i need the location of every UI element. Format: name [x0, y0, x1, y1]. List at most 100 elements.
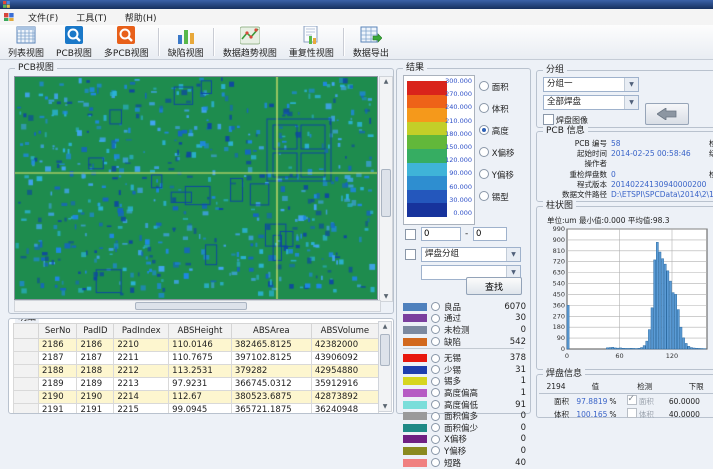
table-cell[interactable]: 2186 [39, 339, 77, 352]
table-cell[interactable]: 380523.6875 [231, 391, 311, 404]
toolbar-button-0[interactable]: 列表视图 [2, 26, 50, 58]
table-cell[interactable]: 2190 [77, 391, 114, 404]
radio-icon[interactable] [431, 325, 440, 334]
scroll-up-icon[interactable]: ▲ [383, 322, 388, 331]
details-col-ABSVolume[interactable]: ABSVolume [311, 324, 378, 339]
row-header[interactable] [14, 365, 39, 378]
toolbar-button-4[interactable]: 数据趋势视图 [217, 26, 283, 58]
pcb-vertical-scrollbar[interactable]: ▲ ▼ [379, 76, 393, 302]
range-filter-checkbox[interactable] [405, 229, 416, 240]
pcb-vscroll-thumb[interactable] [381, 169, 391, 217]
toolbar-button-5[interactable]: 重复性视图 [283, 26, 340, 58]
details-col-ABSArea[interactable]: ABSArea [231, 324, 311, 339]
legend-row-11[interactable]: X偏移0 [403, 434, 526, 446]
radio-icon[interactable] [431, 337, 440, 346]
table-cell[interactable]: 97.9231 [169, 378, 232, 391]
toolbar-button-2[interactable]: 多PCB视图 [98, 26, 155, 58]
radio-icon[interactable] [479, 103, 489, 113]
table-row[interactable]: 21912191221599.0945365721.187536240948 [14, 404, 379, 415]
table-row[interactable]: 218621862210110.0146382465.812542382000 [14, 339, 379, 352]
scroll-down-icon[interactable]: ▼ [383, 402, 388, 411]
table-cell[interactable]: 365721.1875 [231, 404, 311, 415]
radio-icon[interactable] [479, 147, 489, 157]
metric-radio-0[interactable]: 面积 [479, 81, 509, 93]
radio-icon[interactable] [431, 446, 440, 455]
pad-check-group[interactable]: 体积 [627, 410, 654, 419]
legend-row-10[interactable]: 面积偏少0 [403, 422, 526, 434]
scroll-down-icon[interactable]: ▼ [384, 292, 389, 301]
pad-image-checkbox[interactable] [543, 114, 554, 125]
table-cell[interactable]: 110.7675 [169, 352, 232, 365]
details-vertical-scrollbar[interactable]: ▲ ▼ [378, 321, 392, 412]
menu-item-1[interactable]: 工具(T) [68, 10, 115, 25]
metric-radio-4[interactable]: Y偏移 [479, 169, 514, 181]
all-pads-dropdown[interactable]: 全部焊盘 ▼ [543, 95, 639, 110]
table-cell[interactable]: 42382000 [311, 339, 378, 352]
radio-icon[interactable] [431, 377, 440, 386]
legend-row-3[interactable]: 缺陷542 [403, 336, 526, 348]
table-cell[interactable]: 43906092 [311, 352, 378, 365]
group-one-dropdown[interactable]: 分组一 ▼ [543, 77, 639, 92]
table-cell[interactable]: 2214 [114, 391, 169, 404]
table-cell[interactable]: 42873892 [311, 391, 378, 404]
pcb-horizontal-scrollbar[interactable] [14, 300, 381, 312]
metric-radio-3[interactable]: X偏移 [479, 147, 515, 159]
table-cell[interactable]: 2191 [77, 404, 114, 415]
table-row[interactable]: 219021902214112.67380523.687542873892 [14, 391, 379, 404]
legend-row-6[interactable]: 锡多1 [403, 376, 526, 388]
table-cell[interactable]: 2213 [114, 378, 169, 391]
table-row[interactable]: 218721872211110.7675397102.812543906092 [14, 352, 379, 365]
table-cell[interactable]: 382465.8125 [231, 339, 311, 352]
range-to-input[interactable] [473, 227, 507, 241]
row-header[interactable] [14, 378, 39, 391]
radio-icon[interactable] [479, 125, 489, 135]
back-arrow-button[interactable] [645, 103, 689, 125]
row-header[interactable] [14, 391, 39, 404]
table-cell[interactable]: 2215 [114, 404, 169, 415]
table-cell[interactable]: 366745.0312 [231, 378, 311, 391]
table-cell[interactable]: 379282 [231, 365, 311, 378]
table-cell[interactable]: 2186 [77, 339, 114, 352]
metric-radio-5[interactable]: 锡型 [479, 191, 509, 203]
radio-icon[interactable] [479, 81, 489, 91]
table-cell[interactable]: 2191 [39, 404, 77, 415]
pcb-hscroll-thumb[interactable] [135, 302, 247, 310]
table-row[interactable]: 218821882212113.253137928242954880 [14, 365, 379, 378]
legend-row-12[interactable]: Y偏移0 [403, 445, 526, 457]
toolbar-button-1[interactable]: PCB视图 [50, 26, 98, 58]
table-cell[interactable]: 36240948 [311, 404, 378, 415]
legend-row-0[interactable]: 良品6070 [403, 301, 526, 313]
radio-icon[interactable] [431, 400, 440, 409]
table-cell[interactable]: 2188 [39, 365, 77, 378]
legend-row-8[interactable]: 高度偏低91 [403, 399, 526, 411]
row-header[interactable] [14, 339, 39, 352]
toolbar-button-6[interactable]: 数据导出 [347, 26, 395, 58]
table-cell[interactable]: 2190 [39, 391, 77, 404]
legend-row-9[interactable]: 面积偏多0 [403, 410, 526, 422]
table-cell[interactable]: 113.2531 [169, 365, 232, 378]
table-cell[interactable]: 2189 [39, 378, 77, 391]
table-cell[interactable]: 42954880 [311, 365, 378, 378]
checkbox-icon[interactable] [627, 408, 637, 418]
details-col-PadIndex[interactable]: PadIndex [114, 324, 169, 339]
chevron-down-icon[interactable]: ▼ [624, 96, 638, 109]
radio-icon[interactable] [431, 302, 440, 311]
radio-icon[interactable] [431, 354, 440, 363]
pad-check-group[interactable]: 面积 [627, 397, 654, 406]
radio-icon[interactable] [431, 365, 440, 374]
details-col-ABSHeight[interactable]: ABSHeight [169, 324, 232, 339]
table-cell[interactable]: 112.67 [169, 391, 232, 404]
table-row[interactable]: 21892189221397.9231366745.031235912916 [14, 378, 379, 391]
checkbox-icon[interactable] [627, 395, 637, 405]
table-cell[interactable]: 110.0146 [169, 339, 232, 352]
table-cell[interactable]: 2212 [114, 365, 169, 378]
radio-icon[interactable] [431, 314, 440, 323]
metric-radio-2[interactable]: 高度 [479, 125, 509, 137]
radio-icon[interactable] [431, 435, 440, 444]
details-col-PadID[interactable]: PadID [77, 324, 114, 339]
chevron-down-icon[interactable]: ▼ [506, 248, 520, 261]
row-header[interactable] [14, 352, 39, 365]
pad-group-dropdown[interactable]: 焊盘分组 ▼ [421, 247, 521, 262]
find-button[interactable]: 查找 [466, 277, 522, 295]
chevron-down-icon[interactable]: ▼ [624, 78, 638, 91]
